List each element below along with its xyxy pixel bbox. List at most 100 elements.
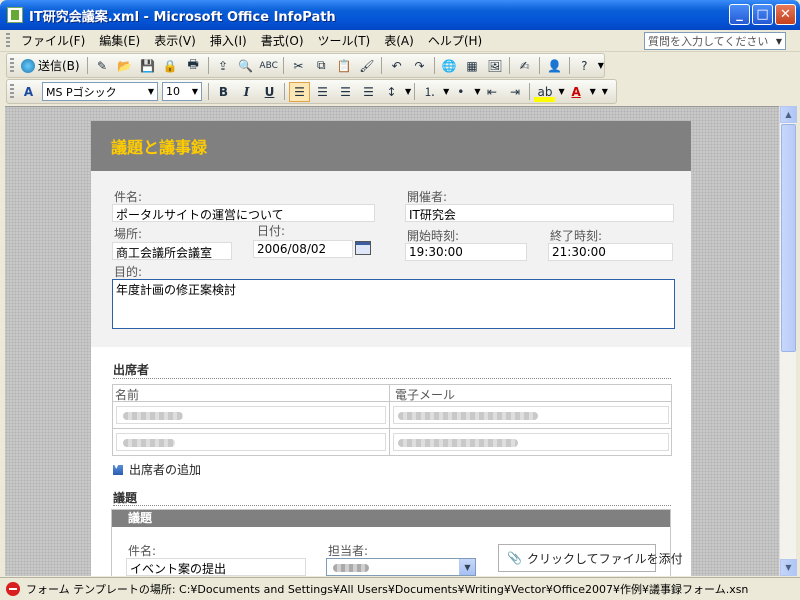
print-icon[interactable]: 🖶 [183,56,204,76]
toolbar-options-icon[interactable]: ▼ [598,61,604,70]
export-icon[interactable]: ⇪ [213,56,234,76]
chevron-down-icon[interactable]: ▼ [145,87,157,96]
calendar-icon[interactable] [355,241,371,255]
send-button-label: 送信(B) [37,59,80,73]
chevron-down-icon[interactable]: ▼ [590,87,596,96]
bulleted-list-icon[interactable]: • [450,82,471,102]
chevron-down-icon[interactable]: ▼ [776,37,782,46]
chevron-down-icon[interactable]: ▼ [189,87,201,96]
attendee-name-field[interactable] [116,406,386,424]
attendee-email-field[interactable] [393,406,669,424]
hyperlink-icon[interactable]: 🌐 [439,56,460,76]
toolbar-grip[interactable] [10,57,14,74]
toolbar-options-icon[interactable]: ▼ [602,87,608,96]
toolbar-grip[interactable] [10,83,14,100]
open-folder-icon[interactable]: 📂 [114,56,135,76]
cut-icon[interactable]: ✂ [288,56,309,76]
copy-icon[interactable]: ⧉ [311,56,332,76]
window-title: IT研究会議案.xml - Microsoft Office InfoPath [29,9,336,25]
date-label: 日付: [257,224,286,238]
digital-signature-icon[interactable]: ✍ [514,56,535,76]
menu-insert[interactable]: 挿入(I) [203,30,254,51]
menu-format[interactable]: 書式(O) [254,30,311,51]
print-preview-icon[interactable]: 🔍 [235,56,256,76]
form-page: 議題と議事録 件名: ポータルサイトの運営について 開催者: IT研究会 場所:… [91,121,691,576]
menu-help[interactable]: ヘルプ(H) [421,30,489,51]
location-label: 場所: [114,227,143,241]
close-button[interactable]: ✕ [775,4,796,25]
font-name-value: MS Pゴシック [46,85,117,99]
end-time-field[interactable]: 21:30:00 [548,243,673,261]
location-field[interactable]: 商工会議所会議室 [112,242,232,260]
font-color-icon[interactable]: A [566,82,587,102]
chevron-down-icon[interactable]: ▼ [405,87,411,96]
scroll-down-icon[interactable]: ▼ [780,559,797,576]
menu-file[interactable]: ファイル(F) [14,30,92,51]
maximize-button[interactable]: □ [752,4,773,25]
font-size-select[interactable]: 10 ▼ [162,82,202,101]
send-button[interactable]: 送信(B) [17,56,84,76]
infopath-app-icon[interactable] [7,7,23,23]
subject-label: 件名: [114,190,143,204]
chevron-down-icon[interactable]: ▼ [459,559,475,575]
bold-button[interactable]: B [213,82,234,102]
chevron-down-icon[interactable]: ▼ [443,87,449,96]
organizer-label: 開催者: [407,190,448,204]
line-spacing-icon[interactable]: ↕ [381,82,402,102]
insert-picture-icon[interactable]: 🖼 [485,56,506,76]
research-icon[interactable]: 👤 [544,56,565,76]
spelling-icon[interactable]: ABC [258,56,279,76]
insert-table-icon[interactable]: ▦ [462,56,483,76]
minimize-button[interactable]: _ [729,4,750,25]
organizer-field[interactable]: IT研究会 [405,204,674,222]
menu-table[interactable]: 表(A) [377,30,421,51]
attendee-name-field[interactable] [116,433,386,451]
scroll-up-icon[interactable]: ▲ [780,106,797,123]
align-center-icon[interactable]: ☰ [312,82,333,102]
font-style-icon[interactable]: A [18,82,39,102]
title-bar: IT研究会議案.xml - Microsoft Office InfoPath … [0,0,800,30]
justify-icon[interactable]: ☰ [358,82,379,102]
menu-view[interactable]: 表示(V) [147,30,203,51]
agenda-subject-field[interactable]: イベント案の提出 [126,558,306,576]
menu-tools[interactable]: ツール(T) [311,30,378,51]
permission-icon[interactable]: 🔒 [160,56,181,76]
form-canvas: 議題と議事録 件名: ポータルサイトの運営について 開催者: IT研究会 場所:… [5,106,779,576]
underline-button[interactable]: U [259,82,280,102]
align-left-icon[interactable]: ☰ [289,81,310,102]
attach-file-button[interactable]: 📎 クリックしてファイルを添付 [498,544,683,572]
help-icon[interactable]: ? [574,56,595,76]
scroll-thumb[interactable] [781,124,796,352]
chevron-down-icon[interactable]: ▼ [558,87,564,96]
format-painter-icon[interactable]: 🖌 [356,56,377,76]
align-right-icon[interactable]: ☰ [335,82,356,102]
decrease-indent-icon[interactable]: ⇤ [481,82,502,102]
italic-button[interactable]: I [236,82,257,102]
start-time-field[interactable]: 19:30:00 [405,243,527,261]
add-attendee-link[interactable]: 出席者の追加 [113,461,201,478]
attendee-email-field[interactable] [393,433,669,451]
paste-icon[interactable]: 📋 [334,56,355,76]
font-size-value: 10 [166,85,180,98]
font-name-select[interactable]: MS Pゴシック ▼ [42,82,158,101]
purpose-field[interactable]: 年度計画の修正案検討 [112,279,675,329]
redo-icon[interactable]: ↷ [409,56,430,76]
subject-field[interactable]: ポータルサイトの運営について [112,204,375,222]
help-search-input[interactable]: 質問を入力してください ▼ [644,32,786,50]
date-field[interactable]: 2006/08/02 [253,240,353,258]
chevron-down-icon[interactable]: ▼ [474,87,480,96]
undo-icon[interactable]: ↶ [386,56,407,76]
highlight-icon[interactable]: ab [534,81,556,102]
purpose-label: 目的: [114,265,143,279]
increase-indent-icon[interactable]: ⇥ [504,82,525,102]
paperclip-icon: 📎 [507,551,522,565]
meeting-info-section: 件名: ポータルサイトの運営について 開催者: IT研究会 場所: 商工会議所会… [91,171,691,347]
vertical-scrollbar[interactable]: ▲ ▼ [779,106,797,576]
agenda-owner-select[interactable]: ▼ [326,558,476,576]
design-form-icon[interactable]: ✎ [92,56,113,76]
menu-edit[interactable]: 編集(E) [92,30,147,51]
menu-grip[interactable] [6,32,10,49]
numbered-list-icon[interactable]: ⒈ [419,82,440,102]
status-bar: フォーム テンプレートの場所: C:¥Documents and Setting… [0,577,800,600]
save-icon[interactable]: 💾 [137,56,158,76]
